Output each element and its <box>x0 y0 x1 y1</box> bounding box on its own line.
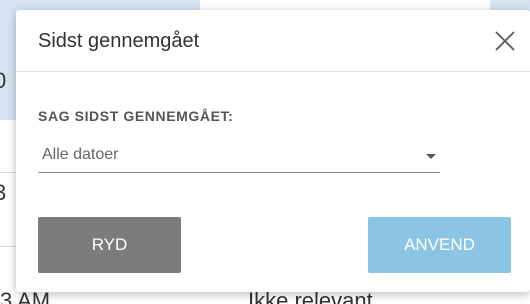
last-reviewed-dialog: Sidst gennemgået SAG SIDST GENNEMGÅET: A… <box>16 10 530 292</box>
background-cell-text: Ikke relevant <box>248 288 373 304</box>
close-button[interactable] <box>492 28 518 54</box>
caret-down-icon <box>426 154 436 159</box>
section-label: SAG SIDST GENNEMGÅET: <box>38 108 234 124</box>
page: 0 3 3 AM Ikke relevant Sidst gennemgået … <box>0 0 530 304</box>
background-row-text: 3 <box>0 180 7 205</box>
select-value: Alle datoer <box>42 146 119 163</box>
apply-button[interactable]: ANVEND <box>368 217 511 273</box>
date-filter-select[interactable]: Alle datoer <box>38 140 440 173</box>
clear-button[interactable]: RYD <box>38 217 181 273</box>
dialog-header: Sidst gennemgået <box>16 10 530 72</box>
close-icon <box>495 31 515 51</box>
background-row-text: 0 <box>0 68 7 93</box>
dialog-title: Sidst gennemgået <box>38 30 200 52</box>
background-row-text: 3 AM <box>0 288 51 304</box>
